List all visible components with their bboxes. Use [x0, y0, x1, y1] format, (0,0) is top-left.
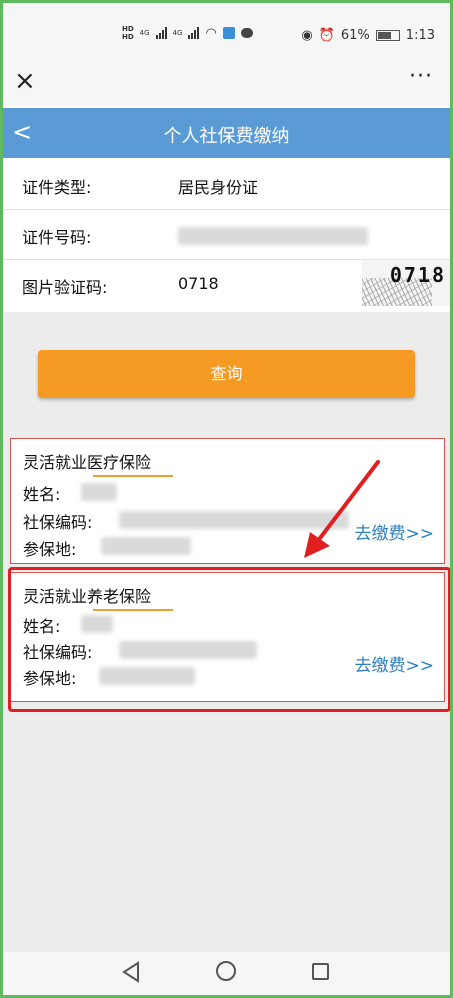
captcha-image[interactable]: 0718	[362, 260, 452, 306]
system-nav-bar	[0, 952, 453, 998]
location-redacted	[101, 537, 191, 555]
id-type-label: 证件类型:	[22, 178, 92, 197]
captcha-input[interactable]: 0718	[178, 274, 219, 293]
app-notification-icon	[222, 27, 235, 39]
title-underline	[93, 475, 173, 477]
ss-number-label: 社保编码:	[23, 513, 93, 532]
network-type-2: 4G	[172, 29, 183, 37]
location-row: 参保地:	[23, 536, 76, 560]
close-button[interactable]: ×	[14, 66, 42, 96]
name-redacted	[81, 483, 117, 501]
app-header: × ···	[0, 58, 453, 106]
id-number-row[interactable]: 证件号码:	[0, 210, 453, 260]
network-type: 4G	[139, 29, 150, 37]
battery-percent: 61%	[340, 28, 370, 43]
location-label: 参保地:	[23, 540, 77, 559]
captcha-image-text: 0718	[389, 263, 446, 287]
title-bar: < 个人社保费缴纳	[0, 108, 453, 158]
id-type-row[interactable]: 证件类型: 居民身份证	[0, 160, 453, 210]
arrow-head	[304, 532, 330, 558]
hd-icon: HD HD	[122, 25, 134, 41]
card-title-highlight: 医疗保险	[87, 453, 152, 472]
more-options-button[interactable]: ···	[409, 64, 433, 89]
status-left: HD HD 4G 4G ◠	[122, 25, 253, 41]
id-number-label: 证件号码:	[22, 228, 92, 247]
card-title-prefix: 灵活就业	[23, 453, 88, 472]
chat-icon	[240, 28, 253, 38]
home-nav-icon[interactable]	[216, 961, 236, 981]
card-title: 灵活就业医疗保险	[23, 449, 151, 473]
clock: 1:13	[405, 28, 435, 43]
page-title: 个人社保费缴纳	[163, 126, 290, 147]
battery-icon	[375, 30, 400, 41]
arrow-annotation	[304, 460, 380, 558]
signal-icon-2	[188, 27, 200, 39]
name-row: 姓名:	[23, 481, 60, 505]
query-button[interactable]: 查询	[38, 350, 415, 398]
wifi-icon: ◠	[205, 25, 217, 41]
captcha-label: 图片验证码:	[22, 278, 108, 297]
arrow-shaft	[312, 460, 380, 548]
id-type-value[interactable]: 居民身份证	[178, 174, 258, 198]
ss-number-row: 社保编码:	[23, 509, 92, 533]
back-nav-icon[interactable]	[120, 961, 142, 983]
status-right: ◉ ⏰ 61% 1:13	[301, 28, 435, 43]
highlight-box	[8, 567, 451, 712]
id-number-redacted[interactable]	[178, 227, 368, 245]
signal-icon	[155, 27, 167, 39]
alarm-icon: ⏰	[318, 28, 335, 43]
name-label: 姓名:	[23, 485, 61, 504]
recent-apps-icon[interactable]	[312, 963, 329, 980]
status-bar: HD HD 4G 4G ◠ ◉ ⏰ 61% 1:13	[0, 0, 453, 58]
eye-icon: ◉	[301, 28, 313, 43]
